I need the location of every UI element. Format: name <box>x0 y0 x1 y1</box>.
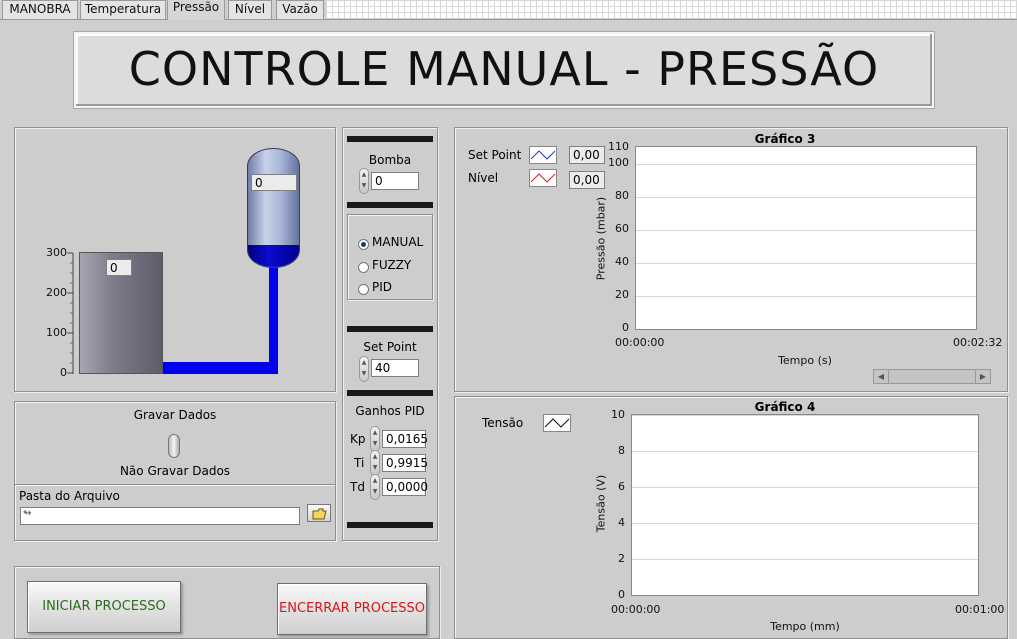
mode-fuzzy-radio[interactable] <box>358 262 369 273</box>
graph4-tick: 10 <box>611 408 625 421</box>
tank-tick-0: 0 <box>60 366 67 379</box>
mode-manual-radio[interactable] <box>358 239 369 250</box>
graph4-x-start: 00:00:00 <box>611 603 661 616</box>
tab-nivel[interactable]: Nível <box>228 0 272 19</box>
pipe-horizontal <box>163 362 277 374</box>
graph3-plot-area[interactable] <box>635 146 977 330</box>
record-panel: Gravar Dados Não Gravar Dados <box>14 401 336 485</box>
title-banner: CONTROLE MANUAL - PRESSÃO <box>74 32 934 108</box>
graph3-scrollbar[interactable]: ◀ ▶ <box>873 369 991 384</box>
vessel-value: 0 <box>251 174 297 191</box>
bomba-input[interactable]: 0 <box>371 172 419 190</box>
ti-spinner[interactable]: ▲ ▼ <box>370 450 380 476</box>
graph3-legend-nivel-label: Nível <box>468 171 499 185</box>
graph4-title: Gráfico 4 <box>754 400 816 414</box>
pipe-vertical <box>269 266 278 374</box>
bomba-spinner[interactable]: ▲ ▼ <box>359 168 369 194</box>
tank-tick-100: 100 <box>46 326 67 339</box>
kp-spinner[interactable]: ▲ ▼ <box>370 426 380 452</box>
browse-button[interactable] <box>307 504 331 522</box>
graph3-ylabel: Pressão (mbar) <box>594 196 608 281</box>
graph3-legend-setpoint-swatch[interactable] <box>529 146 557 164</box>
tank-scale-axis <box>67 252 74 374</box>
td-input[interactable]: 0,0000 <box>382 478 428 496</box>
graph4-plot-area[interactable] <box>631 414 979 596</box>
page-title: CONTROLE MANUAL - PRESSÃO <box>128 42 880 96</box>
graph3-legend-nivel-swatch[interactable] <box>529 169 557 187</box>
graph4-ylabel: Tensão (V) <box>594 474 608 533</box>
control-column: Bomba ▲ ▼ 0 MANUAL FUZZY PID Set Point ▲ ▼… <box>342 127 438 541</box>
td-spinner[interactable]: ▲ ▼ <box>370 474 380 500</box>
kp-input[interactable]: 0,0165 <box>382 430 428 448</box>
divider-bar <box>347 390 433 396</box>
buttons-panel: INICIAR PROCESSO ENCERRAR PROCESSO <box>14 566 440 639</box>
tab-pressao[interactable]: Pressão <box>167 0 225 20</box>
bomba-label: Bomba <box>368 153 412 167</box>
stop-process-label: ENCERRAR PROCESSO <box>279 601 425 616</box>
folder-icon <box>312 508 327 520</box>
graph3-legend-setpoint-label: Set Point <box>468 148 522 162</box>
tab-content: CONTROLE MANUAL - PRESSÃO 300 200 100 0 … <box>0 20 1017 639</box>
graph4-legend-tensao-label: Tensão <box>482 416 524 430</box>
tab-temperatura[interactable]: Temperatura <box>80 0 166 19</box>
ti-label: Ti <box>354 456 365 470</box>
line-swatch-icon <box>530 173 556 183</box>
divider-bar <box>347 136 433 142</box>
folder-label: Pasta do Arquivo <box>19 489 120 503</box>
graph3-title: Gráfico 3 <box>754 132 816 146</box>
tank-panel: 300 200 100 0 0 0 <box>14 127 336 392</box>
start-process-button[interactable]: INICIAR PROCESSO <box>27 581 181 633</box>
tab-bar: MANOBRA Temperatura Pressão Nível Vazão <box>0 0 1017 20</box>
tank-tick-200: 200 <box>46 286 67 299</box>
graph3-xlabel: Tempo (s) <box>778 354 832 367</box>
graph4-x-end: 00:01:00 <box>955 603 1005 616</box>
tank-value: 0 <box>106 259 132 276</box>
graph3-setpoint-value: 0,00 <box>569 146 605 164</box>
mode-manual-label: MANUAL <box>372 235 424 249</box>
line-swatch-icon <box>544 418 570 428</box>
tank-tick-300: 300 <box>46 246 67 259</box>
graph4-xlabel: Tempo (mm) <box>770 620 840 633</box>
kp-label: Kp <box>350 432 366 446</box>
pressure-vessel <box>247 148 300 268</box>
mode-fuzzy-label: FUZZY <box>372 258 412 272</box>
graph4-legend-tensao-swatch[interactable] <box>543 414 571 432</box>
start-process-label: INICIAR PROCESSO <box>42 599 166 614</box>
tab-vazao[interactable]: Vazão <box>276 0 324 19</box>
graph3-tick: 0 <box>622 321 629 334</box>
path-icon: ↬ <box>23 508 32 519</box>
scroll-left-icon[interactable]: ◀ <box>874 370 889 383</box>
folder-panel: Pasta do Arquivo ↬ <box>14 484 336 541</box>
graph4-panel: Gráfico 4 Tensão 10 8 6 4 2 0 Tensão (V)… <box>454 396 1008 639</box>
divider-bar <box>347 326 433 332</box>
mode-selector: MANUAL FUZZY PID <box>347 214 433 300</box>
stop-process-button[interactable]: ENCERRAR PROCESSO <box>277 583 427 635</box>
graph3-panel: Gráfico 3 Set Point 0,00 Nível 0,00 110 … <box>454 127 1008 392</box>
vessel-fill <box>248 245 299 267</box>
folder-path-input[interactable]: ↬ <box>20 507 300 525</box>
setpoint-input[interactable]: 40 <box>371 359 419 377</box>
tab-manobra[interactable]: MANOBRA <box>2 0 78 19</box>
setpoint-spinner[interactable]: ▲ ▼ <box>359 356 369 382</box>
divider-bar <box>347 522 433 528</box>
record-state-label: Não Gravar Dados <box>119 464 231 478</box>
pid-gains-label: Ganhos PID <box>355 404 425 418</box>
setpoint-label: Set Point <box>363 340 417 354</box>
ti-input[interactable]: 0,9915 <box>382 454 428 472</box>
graph4-tick: 0 <box>618 588 625 601</box>
scroll-right-icon[interactable]: ▶ <box>975 370 990 383</box>
mode-pid-label: PID <box>372 280 393 294</box>
mode-pid-radio[interactable] <box>358 284 369 295</box>
tab-bar-background <box>326 0 1017 18</box>
graph3-tick: 100 <box>608 156 629 169</box>
graph3-x-start: 00:00:00 <box>615 336 665 349</box>
line-swatch-icon <box>530 150 556 160</box>
td-label: Td <box>350 480 365 494</box>
record-title: Gravar Dados <box>133 408 217 422</box>
divider-bar <box>347 202 433 208</box>
graph3-tick: 110 <box>608 140 629 153</box>
tank: 0 <box>79 252 163 374</box>
record-toggle[interactable] <box>168 434 180 458</box>
graph3-x-end: 00:02:32 <box>953 336 1003 349</box>
